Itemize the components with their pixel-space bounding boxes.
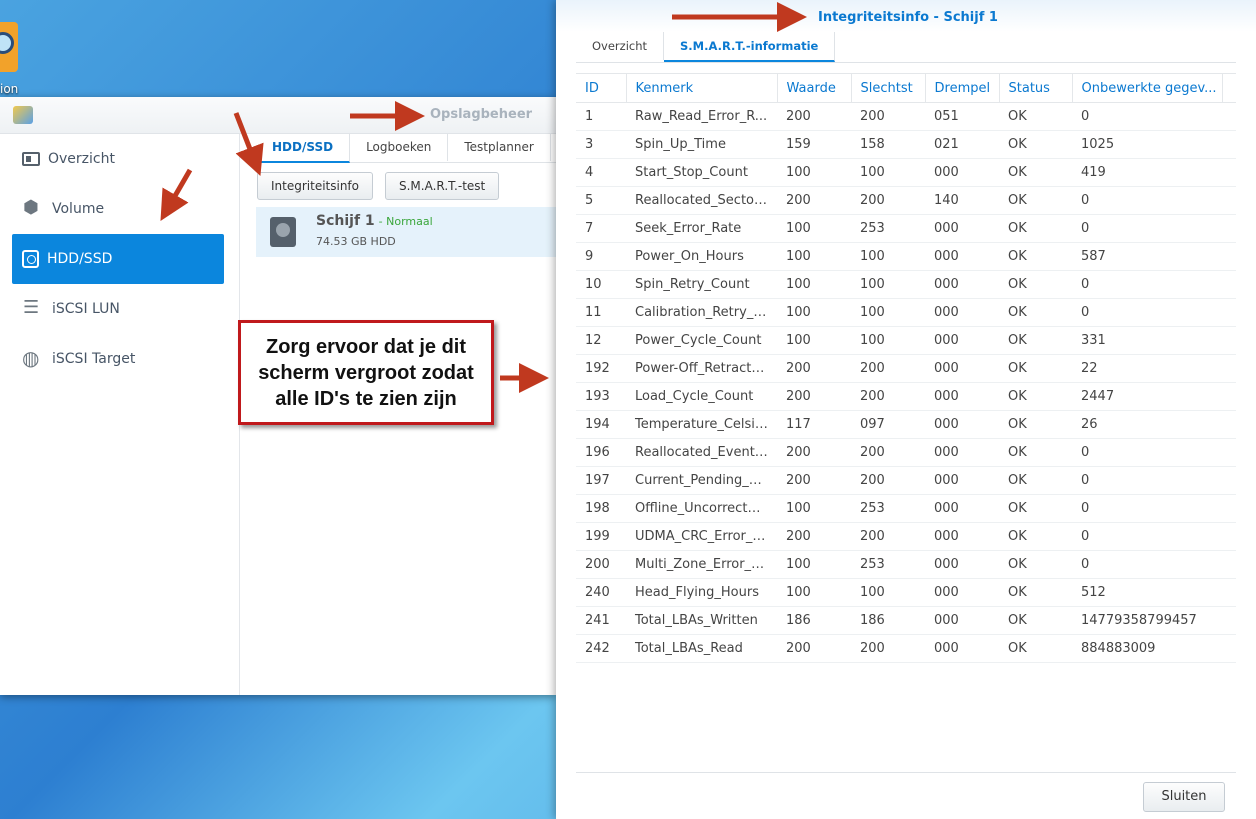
arrow-to-hdd-sidebar — [160, 168, 193, 221]
arrow-to-hdd-tab — [233, 112, 264, 176]
annotation-arrows — [160, 2, 807, 393]
